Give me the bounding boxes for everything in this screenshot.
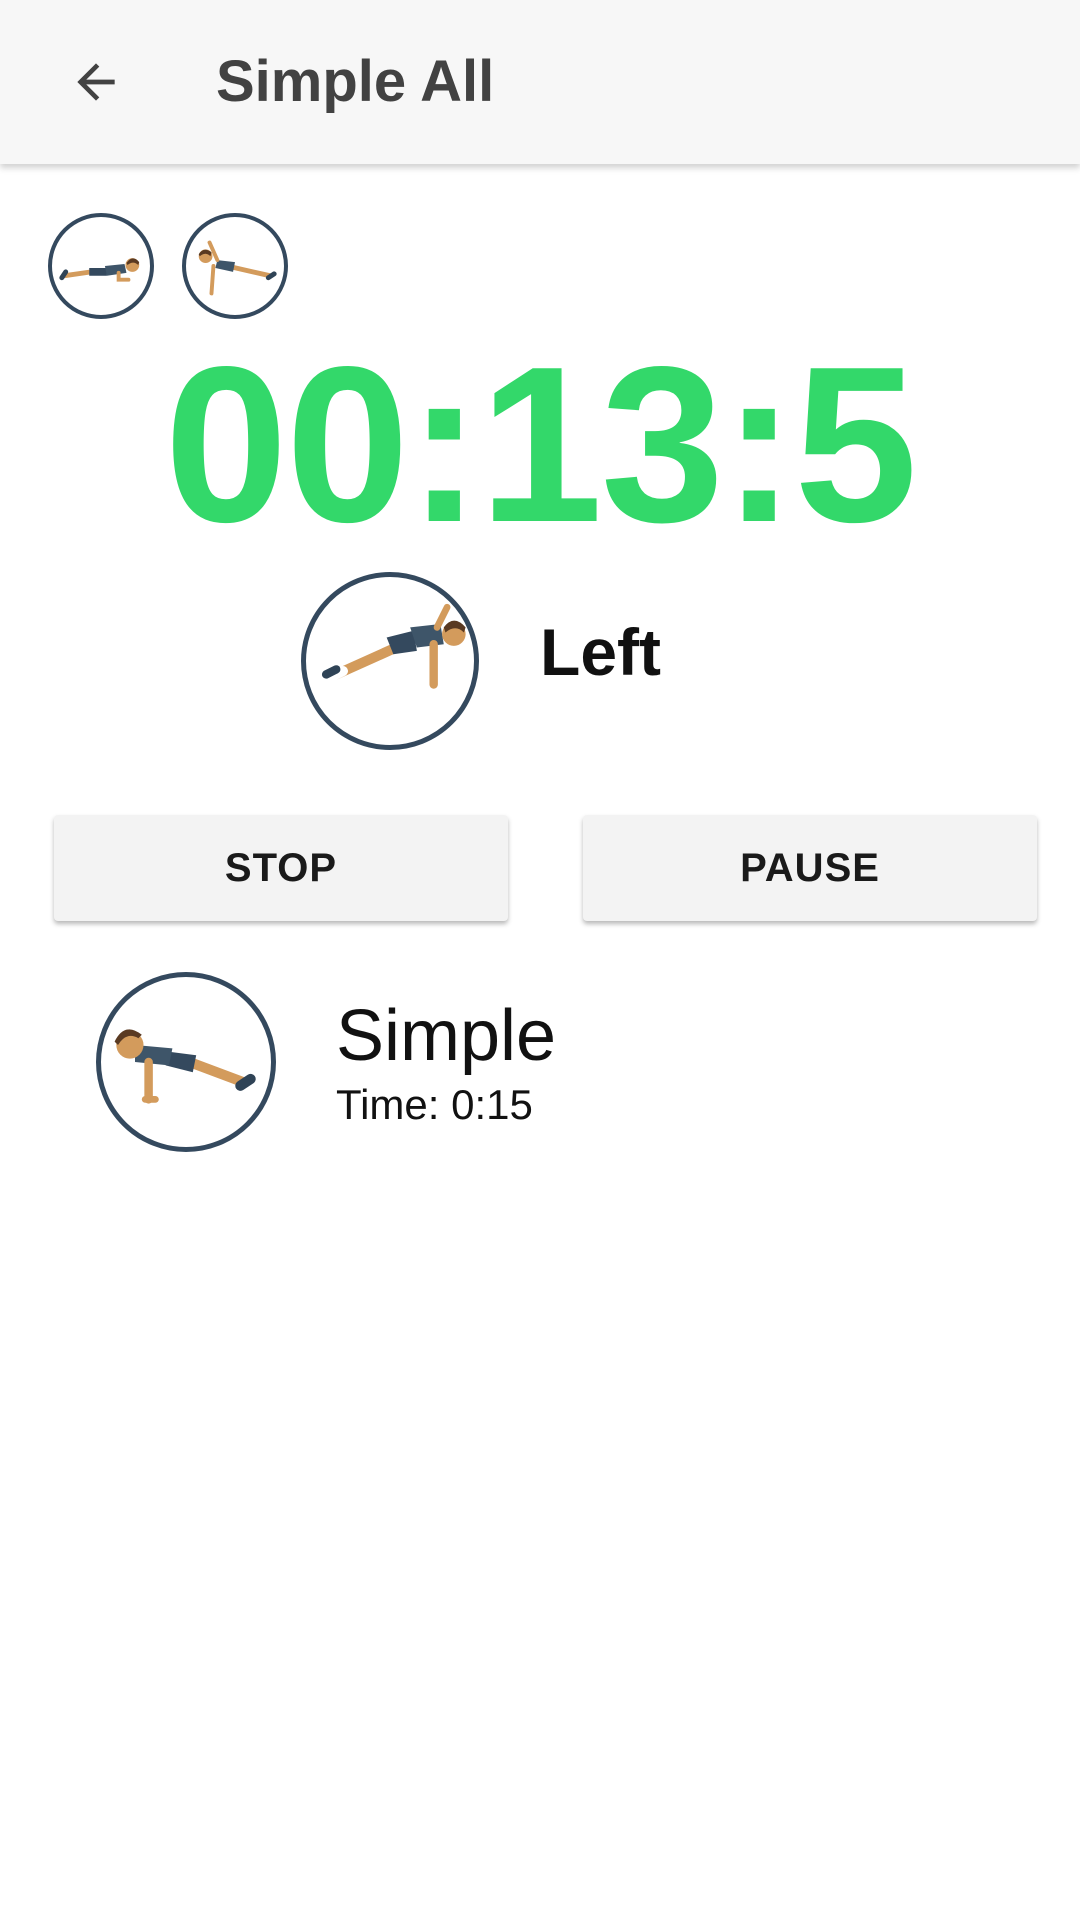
back-button[interactable]	[56, 42, 136, 122]
arrow-back-icon	[77, 63, 115, 101]
countdown-timer: 00:13:5	[164, 321, 917, 569]
stop-button[interactable]: STOP	[54, 815, 508, 921]
workout-image	[96, 972, 276, 1152]
plank-figure-icon	[59, 258, 140, 282]
app-bar: Simple All	[0, 0, 1080, 164]
workout-time: Time: 0:15	[336, 1081, 533, 1128]
side-plank-figure-icon	[321, 603, 466, 689]
queue-exercise-side-plank[interactable]	[182, 213, 288, 319]
list-item[interactable]: Simple Time: 0:15	[0, 968, 1080, 1152]
push-up-figure-icon	[114, 1029, 256, 1104]
queue-exercise-plank[interactable]	[48, 213, 154, 319]
page-title: Simple All	[216, 49, 495, 114]
workout-title: Simple	[336, 996, 557, 1076]
current-exercise-image	[301, 572, 479, 750]
pause-button[interactable]: PAUSE	[583, 815, 1037, 921]
side-plank-figure-icon	[198, 240, 277, 296]
current-exercise-side-label: Left	[540, 615, 661, 689]
